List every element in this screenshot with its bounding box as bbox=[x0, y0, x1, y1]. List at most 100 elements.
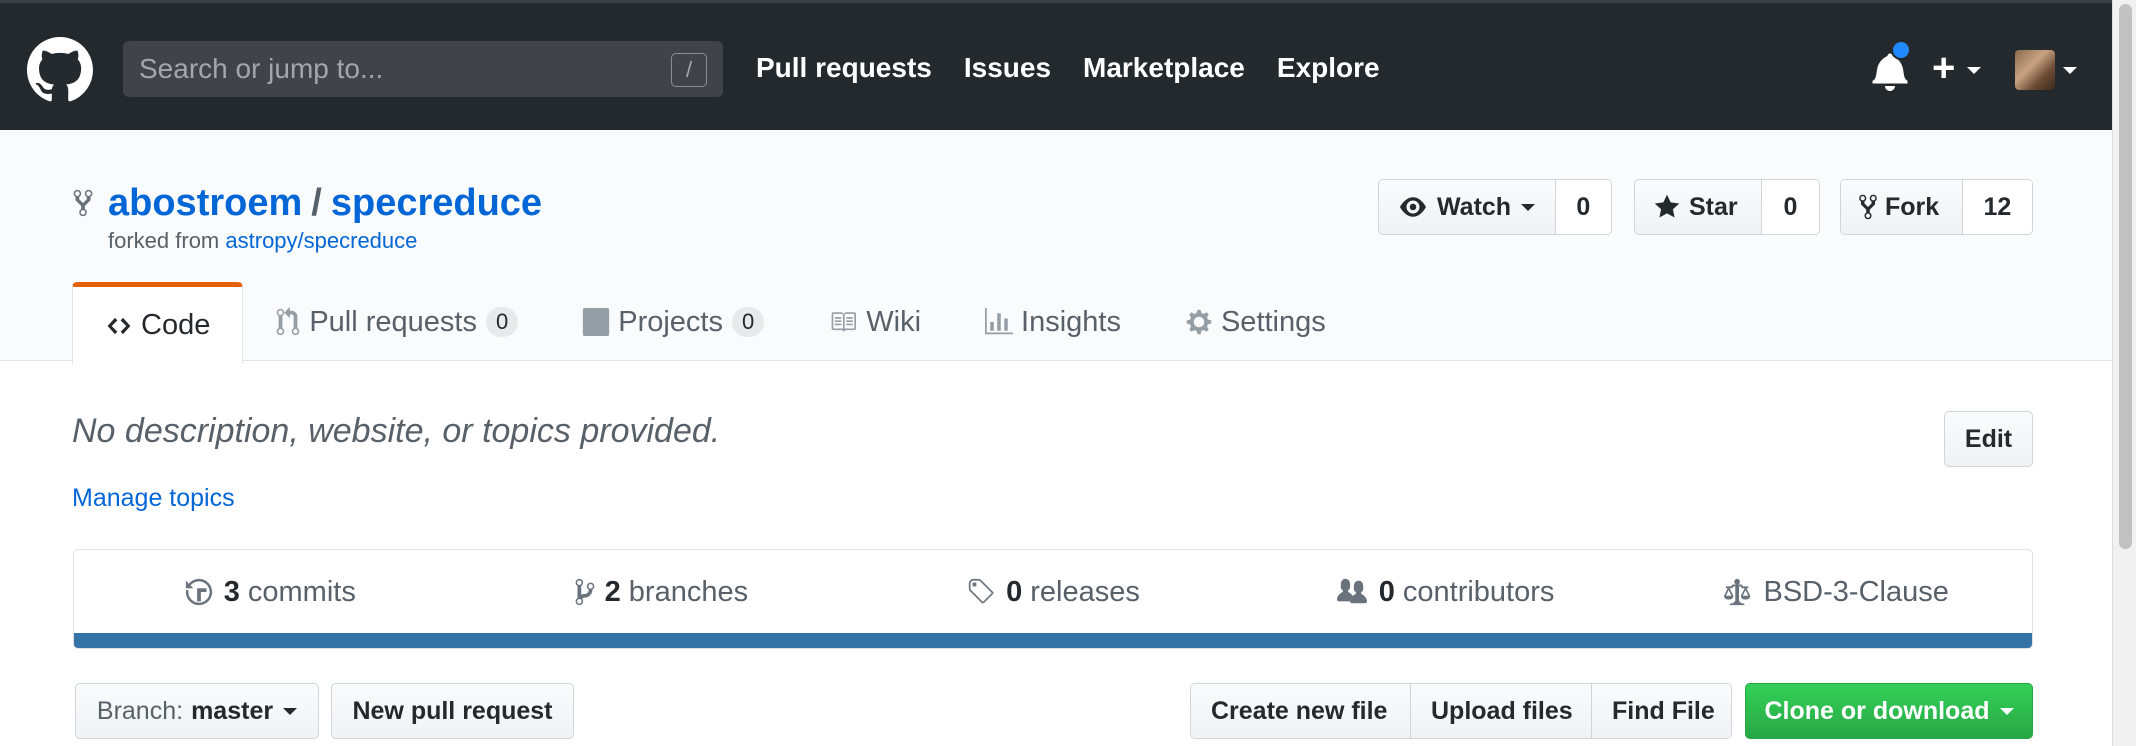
eye-icon bbox=[1400, 197, 1426, 217]
branch-select-value: master bbox=[191, 696, 274, 725]
branches-summary[interactable]: 2 branches bbox=[466, 550, 858, 634]
tab-wiki-label: Wiki bbox=[866, 305, 922, 338]
tab-code-label: Code bbox=[141, 309, 211, 341]
star-label: Star bbox=[1689, 192, 1738, 221]
watch-button[interactable]: Watch bbox=[1379, 180, 1556, 234]
tab-code[interactable]: Code bbox=[72, 282, 244, 364]
forked-from: forked from astropy/specreduce bbox=[108, 228, 417, 254]
star-group: Star 0 bbox=[1634, 179, 1820, 235]
scrollbar-thumb[interactable] bbox=[2119, 4, 2132, 549]
github-logo-icon[interactable] bbox=[27, 37, 93, 103]
branch-select-button[interactable]: Branch: master bbox=[75, 683, 319, 739]
nav-issues[interactable]: Issues bbox=[964, 52, 1051, 84]
branches-label: branches bbox=[628, 575, 749, 608]
vertical-scrollbar[interactable] bbox=[2112, 0, 2136, 746]
nav-pull-requests[interactable]: Pull requests bbox=[756, 52, 932, 84]
law-scale-icon bbox=[1723, 578, 1750, 606]
manage-topics-link[interactable]: Manage topics bbox=[72, 484, 235, 513]
tag-icon bbox=[968, 578, 994, 604]
tab-insights[interactable]: Insights bbox=[953, 282, 1153, 362]
star-count[interactable]: 0 bbox=[1761, 180, 1819, 234]
user-menu-caret-icon[interactable] bbox=[2063, 67, 2077, 74]
find-file-button[interactable]: Find File bbox=[1592, 684, 1731, 738]
notification-indicator bbox=[1891, 40, 1911, 60]
git-pull-request-icon bbox=[277, 307, 300, 336]
history-icon bbox=[185, 578, 212, 606]
watch-count[interactable]: 0 bbox=[1555, 180, 1611, 234]
repo-title: abostroem / specreduce bbox=[108, 180, 542, 226]
create-new-plus-icon[interactable]: + bbox=[1932, 45, 1955, 91]
pull-requests-counter: 0 bbox=[485, 307, 519, 337]
projects-counter: 0 bbox=[732, 307, 765, 337]
license-name: BSD-3-Clause bbox=[1763, 575, 1949, 608]
gear-icon bbox=[1186, 309, 1212, 335]
forked-from-link[interactable]: astropy/specreduce bbox=[225, 228, 417, 253]
tab-projects-label: Projects bbox=[618, 305, 723, 338]
tab-pull-requests-label: Pull requests bbox=[309, 305, 477, 338]
clone-or-download-label: Clone or download bbox=[1764, 696, 1990, 725]
star-icon bbox=[1654, 194, 1680, 218]
search-box[interactable]: / bbox=[123, 41, 723, 97]
graph-icon bbox=[985, 308, 1014, 335]
contributors-count: 0 bbox=[1378, 575, 1395, 608]
numbers-summary: 3 commits 2 branches 0 releases 0 contri… bbox=[73, 549, 2033, 649]
repo-name-link[interactable]: specreduce bbox=[331, 182, 542, 224]
search-shortcut-key: / bbox=[671, 53, 707, 87]
book-icon bbox=[831, 312, 857, 332]
global-header: / Pull requests Issues Marketplace Explo… bbox=[0, 0, 2112, 130]
git-branch-icon bbox=[575, 578, 595, 606]
page: / Pull requests Issues Marketplace Explo… bbox=[0, 0, 2136, 746]
fork-count[interactable]: 12 bbox=[1962, 180, 2032, 234]
repo-title-separator: / bbox=[311, 182, 322, 224]
forked-from-label: forked from bbox=[108, 228, 220, 253]
edit-description-button[interactable]: Edit bbox=[1944, 411, 2033, 467]
branch-caret-icon bbox=[283, 707, 298, 715]
upload-files-button[interactable]: Upload files bbox=[1411, 684, 1592, 738]
fork-label: Fork bbox=[1885, 192, 1940, 221]
contributors-label: contributors bbox=[1402, 575, 1555, 608]
watch-group: Watch 0 bbox=[1378, 179, 1612, 235]
releases-count: 0 bbox=[1006, 575, 1023, 608]
repo-tabs: Code Pull requests 0 Projects 0 Wiki Ins… bbox=[72, 282, 1358, 364]
create-new-file-button[interactable]: Create new file bbox=[1191, 684, 1411, 738]
branch-select-label: Branch: bbox=[96, 696, 184, 725]
clone-or-download-button[interactable]: Clone or download bbox=[1745, 683, 2033, 739]
tab-projects[interactable]: Projects 0 bbox=[550, 282, 796, 362]
create-new-caret-icon[interactable] bbox=[1967, 67, 1981, 74]
star-button[interactable]: Star bbox=[1635, 180, 1762, 234]
branches-count: 2 bbox=[604, 575, 621, 608]
commits-label: commits bbox=[247, 575, 356, 608]
license-summary[interactable]: BSD-3-Clause bbox=[1640, 550, 2032, 634]
nav-explore[interactable]: Explore bbox=[1277, 52, 1380, 84]
user-avatar[interactable] bbox=[2015, 50, 2055, 90]
top-nav: Pull requests Issues Marketplace Explore bbox=[756, 3, 1412, 133]
contributors-summary[interactable]: 0 contributors bbox=[1249, 550, 1641, 634]
repo-description: No description, website, or topics provi… bbox=[72, 412, 721, 450]
repo-owner-link[interactable]: abostroem bbox=[108, 182, 302, 224]
fork-icon bbox=[1859, 194, 1877, 220]
content: / Pull requests Issues Marketplace Explo… bbox=[0, 0, 2112, 746]
people-icon bbox=[1336, 578, 1367, 604]
fork-button[interactable]: Fork bbox=[1841, 180, 1963, 234]
fork-group: Fork 12 bbox=[1840, 179, 2033, 235]
releases-summary[interactable]: 0 releases bbox=[857, 550, 1249, 634]
commits-summary[interactable]: 3 commits bbox=[74, 550, 466, 634]
clone-caret-icon bbox=[1999, 707, 2014, 715]
commits-count: 3 bbox=[223, 575, 240, 608]
releases-label: releases bbox=[1030, 575, 1140, 608]
file-actions-group: Create new file Upload files Find File bbox=[1190, 683, 1732, 739]
tab-insights-label: Insights bbox=[1021, 305, 1121, 338]
repository-language-bar[interactable] bbox=[74, 633, 2032, 648]
tab-pull-requests[interactable]: Pull requests 0 bbox=[243, 282, 550, 362]
code-icon bbox=[107, 317, 131, 334]
search-input[interactable] bbox=[123, 41, 723, 97]
tab-settings-label: Settings bbox=[1220, 305, 1326, 338]
new-pull-request-button[interactable]: New pull request bbox=[331, 683, 574, 739]
watch-label: Watch bbox=[1437, 192, 1512, 221]
repo-header: abostroem / specreduce forked from astropy… bbox=[0, 130, 2112, 364]
repo-forked-icon bbox=[73, 189, 93, 217]
watch-caret-icon bbox=[1521, 203, 1536, 211]
tab-settings[interactable]: Settings bbox=[1153, 282, 1358, 362]
nav-marketplace[interactable]: Marketplace bbox=[1083, 52, 1245, 84]
tab-wiki[interactable]: Wiki bbox=[796, 282, 953, 362]
